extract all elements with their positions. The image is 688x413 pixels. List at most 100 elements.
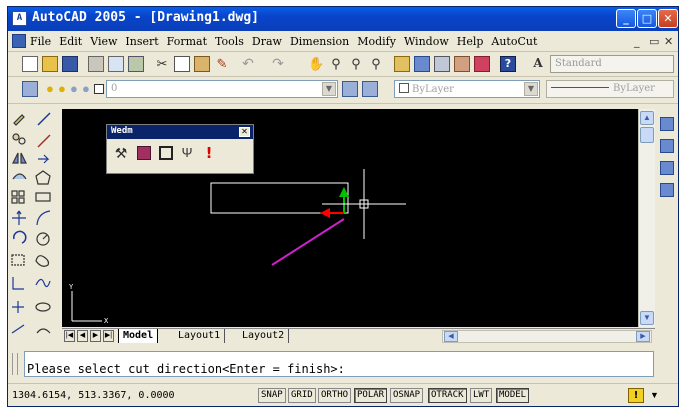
close-button[interactable]: ✕ <box>658 9 678 28</box>
scroll-left-button[interactable]: ◀ <box>444 331 458 342</box>
undo-icon[interactable]: ↶ <box>240 56 256 72</box>
grid-toggle[interactable]: GRID <box>288 388 316 403</box>
frame-tool-icon[interactable] <box>159 146 173 160</box>
menu-file[interactable]: File <box>30 35 51 48</box>
window-title: AutoCAD 2005 - [Drawing1.dwg] <box>32 10 259 25</box>
publish-icon[interactable] <box>128 56 144 72</box>
plot-icon[interactable] <box>88 56 104 72</box>
last-tab-button[interactable]: ▶| <box>103 330 114 342</box>
menu-autocut[interactable]: AutoCut <box>491 35 537 48</box>
menu-window[interactable]: Window <box>404 35 449 48</box>
square-tool-icon[interactable] <box>137 146 151 160</box>
grip-icon[interactable] <box>12 353 18 375</box>
redo-icon[interactable]: ↷ <box>270 56 286 72</box>
properties-icon[interactable] <box>394 56 410 72</box>
menu-modify[interactable]: Modify <box>357 35 396 48</box>
zoom-realtime-icon[interactable]: ⚲ <box>328 56 344 72</box>
tool-palettes-icon[interactable] <box>434 56 450 72</box>
osnap-toggle[interactable]: OSNAP <box>390 388 424 403</box>
linetype-dropdown[interactable]: ByLayer <box>546 80 674 98</box>
paste-icon[interactable] <box>194 56 210 72</box>
vertical-scrollbar[interactable]: ▲ ▼ <box>638 109 655 327</box>
ortho-toggle[interactable]: ORTHO <box>318 388 352 403</box>
help-icon[interactable]: ? <box>500 56 516 72</box>
doc-close-button[interactable]: ✕ <box>664 35 673 48</box>
tab-layout1[interactable]: Layout1 <box>174 329 226 343</box>
pan-icon[interactable]: ✋ <box>308 56 324 72</box>
menu-draw[interactable]: Draw <box>252 35 282 48</box>
maximize-button[interactable]: □ <box>637 9 657 28</box>
doc-restore-button[interactable]: ▭ <box>649 35 659 48</box>
make-current-layer-icon[interactable] <box>342 81 358 97</box>
layer-previous-icon[interactable] <box>362 81 378 97</box>
autocad-app-icon[interactable]: A <box>12 11 27 26</box>
lwt-toggle[interactable]: LWT <box>470 388 493 403</box>
new-icon[interactable] <box>22 56 38 72</box>
wedm-toolbar-panel[interactable]: Wedm ✕ ⚒ Ψ ! <box>106 124 254 174</box>
alert-icon[interactable]: ! <box>203 144 215 162</box>
menu-edit[interactable]: Edit <box>59 35 82 48</box>
otrack-toggle[interactable]: OTRACK <box>428 388 467 403</box>
communication-center-icon[interactable]: ! <box>628 388 644 403</box>
coordinate-readout[interactable]: 1304.6154, 513.3367, 0.0000 <box>12 390 175 401</box>
title-bar[interactable]: A AutoCAD 2005 - [Drawing1.dwg] _ □ ✕ <box>8 7 678 31</box>
markup-icon[interactable] <box>474 56 490 72</box>
chevron-down-icon[interactable]: ▼ <box>524 82 538 96</box>
tab-model[interactable]: Model <box>118 329 159 343</box>
wedm-panel-titlebar[interactable]: Wedm ✕ <box>107 125 253 139</box>
cut-icon[interactable]: ✂ <box>154 56 170 72</box>
menu-bar: File Edit View Insert Format Tools Draw Dimensi… <box>8 32 678 52</box>
layers-toolbar: ● ● ● ● 0 ▼ ByLayer ▼ ByLayer <box>8 77 678 104</box>
wedm-close-button[interactable]: ✕ <box>239 127 250 137</box>
tab-layout2[interactable]: Layout2 <box>238 329 290 343</box>
move-icon <box>12 210 26 225</box>
menu-help[interactable]: Help <box>457 35 484 48</box>
scroll-right-button[interactable]: ▶ <box>636 331 650 342</box>
viewport3-icon[interactable] <box>660 161 674 175</box>
snap-toggle[interactable]: SNAP <box>258 388 286 403</box>
scroll-up-button[interactable]: ▲ <box>640 111 654 125</box>
text-style-icon[interactable]: A <box>530 56 546 72</box>
copy-icon[interactable] <box>174 56 190 72</box>
chevron-down-icon[interactable]: ▼ <box>322 82 336 96</box>
doc-minimize-button[interactable]: _ <box>634 35 640 48</box>
menu-tools[interactable]: Tools <box>215 35 244 48</box>
minimize-button[interactable]: _ <box>616 9 636 28</box>
color-dropdown[interactable]: ByLayer ▼ <box>394 80 540 98</box>
linetype-line-icon <box>551 87 609 88</box>
horizontal-scrollbar[interactable]: ◀ ▶ <box>442 330 652 343</box>
viewport4-icon[interactable] <box>660 183 674 197</box>
first-tab-button[interactable]: |◀ <box>64 330 75 342</box>
menu-dimension[interactable]: Dimension <box>290 35 349 48</box>
zoom-previous-icon[interactable]: ⚲ <box>368 56 384 72</box>
rectangle-entity[interactable] <box>210 182 349 214</box>
plot-preview-icon[interactable] <box>108 56 124 72</box>
save-icon[interactable] <box>62 56 78 72</box>
viewport-icon[interactable] <box>660 117 674 131</box>
design-center-icon[interactable] <box>414 56 430 72</box>
extend-icon <box>11 324 25 334</box>
sheet-set-icon[interactable] <box>454 56 470 72</box>
status-menu-chevron-icon[interactable]: ▼ <box>650 390 659 400</box>
scroll-thumb[interactable] <box>640 127 654 143</box>
ellipse-arc-icon <box>36 328 51 334</box>
prev-tab-button[interactable]: ◀ <box>77 330 88 342</box>
match-properties-icon[interactable]: ✎ <box>214 56 230 72</box>
menu-format[interactable]: Format <box>167 35 207 48</box>
menu-view[interactable]: View <box>90 35 117 48</box>
document-icon[interactable] <box>12 34 26 48</box>
open-icon[interactable] <box>42 56 58 72</box>
menu-insert[interactable]: Insert <box>125 35 158 48</box>
layer-dropdown[interactable]: 0 ▼ <box>106 80 338 98</box>
command-line[interactable]: Please select cut direction<Enter = fini… <box>24 351 654 377</box>
zoom-window-icon[interactable]: ⚲ <box>348 56 364 72</box>
cutter-tool-icon[interactable]: Ψ <box>179 145 195 161</box>
text-style-select[interactable]: Standard <box>550 55 674 73</box>
layer-manager-icon[interactable] <box>22 81 38 97</box>
next-tab-button[interactable]: ▶ <box>90 330 101 342</box>
wire-path-icon[interactable]: ⚒ <box>113 145 129 161</box>
model-toggle[interactable]: MODEL <box>496 388 530 403</box>
polar-toggle[interactable]: POLAR <box>354 388 388 403</box>
viewport2-icon[interactable] <box>660 139 674 153</box>
scroll-down-button[interactable]: ▼ <box>640 311 654 325</box>
